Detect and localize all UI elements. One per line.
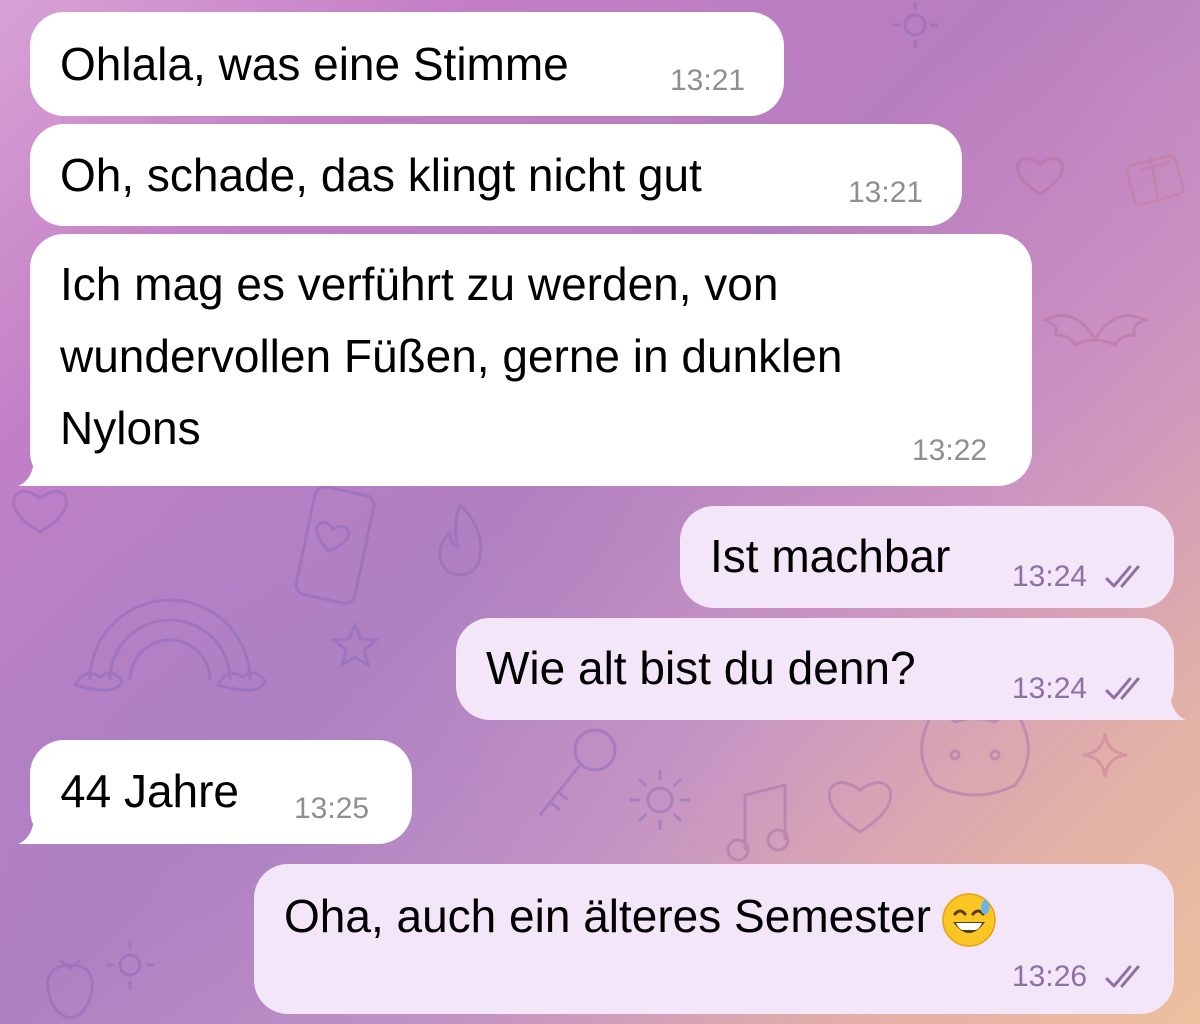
message-bubble-outgoing[interactable]: Wie alt bist du denn? 13:24 xyxy=(456,618,1174,720)
message-text-line: Ich mag es verführt zu werden, von xyxy=(60,258,779,310)
message-text: Oh, schade, das klingt nicht gut xyxy=(60,149,702,201)
phone-heart-doodle-icon xyxy=(294,485,376,605)
sun-doodle-icon xyxy=(630,770,690,830)
message-bubble-incoming[interactable]: Ohlala, was eine Stimme 13:21 xyxy=(30,12,784,116)
gift-doodle-icon xyxy=(1125,154,1185,206)
sun-doodle-icon xyxy=(106,941,154,989)
heart-doodle-icon xyxy=(12,490,68,534)
message-text-line: wundervollen Füßen, gerne in dunklen xyxy=(60,330,843,382)
message-timestamp: 13:25 xyxy=(294,792,370,825)
flame-doodle-icon xyxy=(438,502,483,577)
star-doodle-icon xyxy=(330,621,380,669)
rainbow-doodle-icon xyxy=(72,598,267,692)
wings-doodle-icon xyxy=(1041,314,1149,348)
music-note-doodle-icon xyxy=(726,783,790,862)
message-text: Oha, auch ein älteres Semester xyxy=(284,880,997,952)
strawberry-doodle-icon xyxy=(46,958,94,1020)
sparkle-doodle-icon xyxy=(1082,732,1128,778)
message-timestamp: 13:24 xyxy=(1012,560,1088,593)
grinning-face-with-sweat-emoji xyxy=(942,893,996,947)
double-check-icon xyxy=(1105,565,1140,588)
message-bubble-incoming[interactable]: Oh, schade, das klingt nicht gut 13:21 xyxy=(30,124,962,226)
key-doodle-icon xyxy=(538,728,617,816)
message-timestamp: 13:26 xyxy=(1012,960,1088,993)
bubble-tail xyxy=(18,798,62,844)
message-timestamp: 13:24 xyxy=(1012,672,1088,705)
message-text: 44 Jahre xyxy=(60,765,240,817)
heart-doodle-icon xyxy=(1015,157,1065,196)
message-timestamp: 13:21 xyxy=(670,64,746,97)
bubble-tail xyxy=(18,440,62,486)
message-timestamp: 13:22 xyxy=(912,434,988,467)
message-bubble-incoming[interactable]: Ich mag es verführt zu werden, von wunde… xyxy=(30,234,1032,486)
message-text-line: Nylons xyxy=(60,402,201,454)
sun-doodle-icon xyxy=(892,2,938,48)
message-bubble-incoming[interactable]: 44 Jahre 13:25 xyxy=(30,740,412,844)
message-text: Ohlala, was eine Stimme xyxy=(60,38,569,90)
message-text-content: Oha, auch ein älteres Semester xyxy=(284,890,931,942)
heart-doodle-icon xyxy=(827,781,893,834)
message-bubble-outgoing[interactable]: Ist machbar 13:24 xyxy=(680,506,1174,608)
message-text: Wie alt bist du denn? xyxy=(486,642,916,694)
message-bubble-outgoing[interactable]: Oha, auch ein älteres Semester 13:26 xyxy=(254,864,1174,1014)
message-text: Ist machbar xyxy=(710,530,951,582)
message-timestamp: 13:21 xyxy=(848,176,924,209)
double-check-icon xyxy=(1105,965,1140,988)
bubble-tail xyxy=(1142,674,1186,720)
